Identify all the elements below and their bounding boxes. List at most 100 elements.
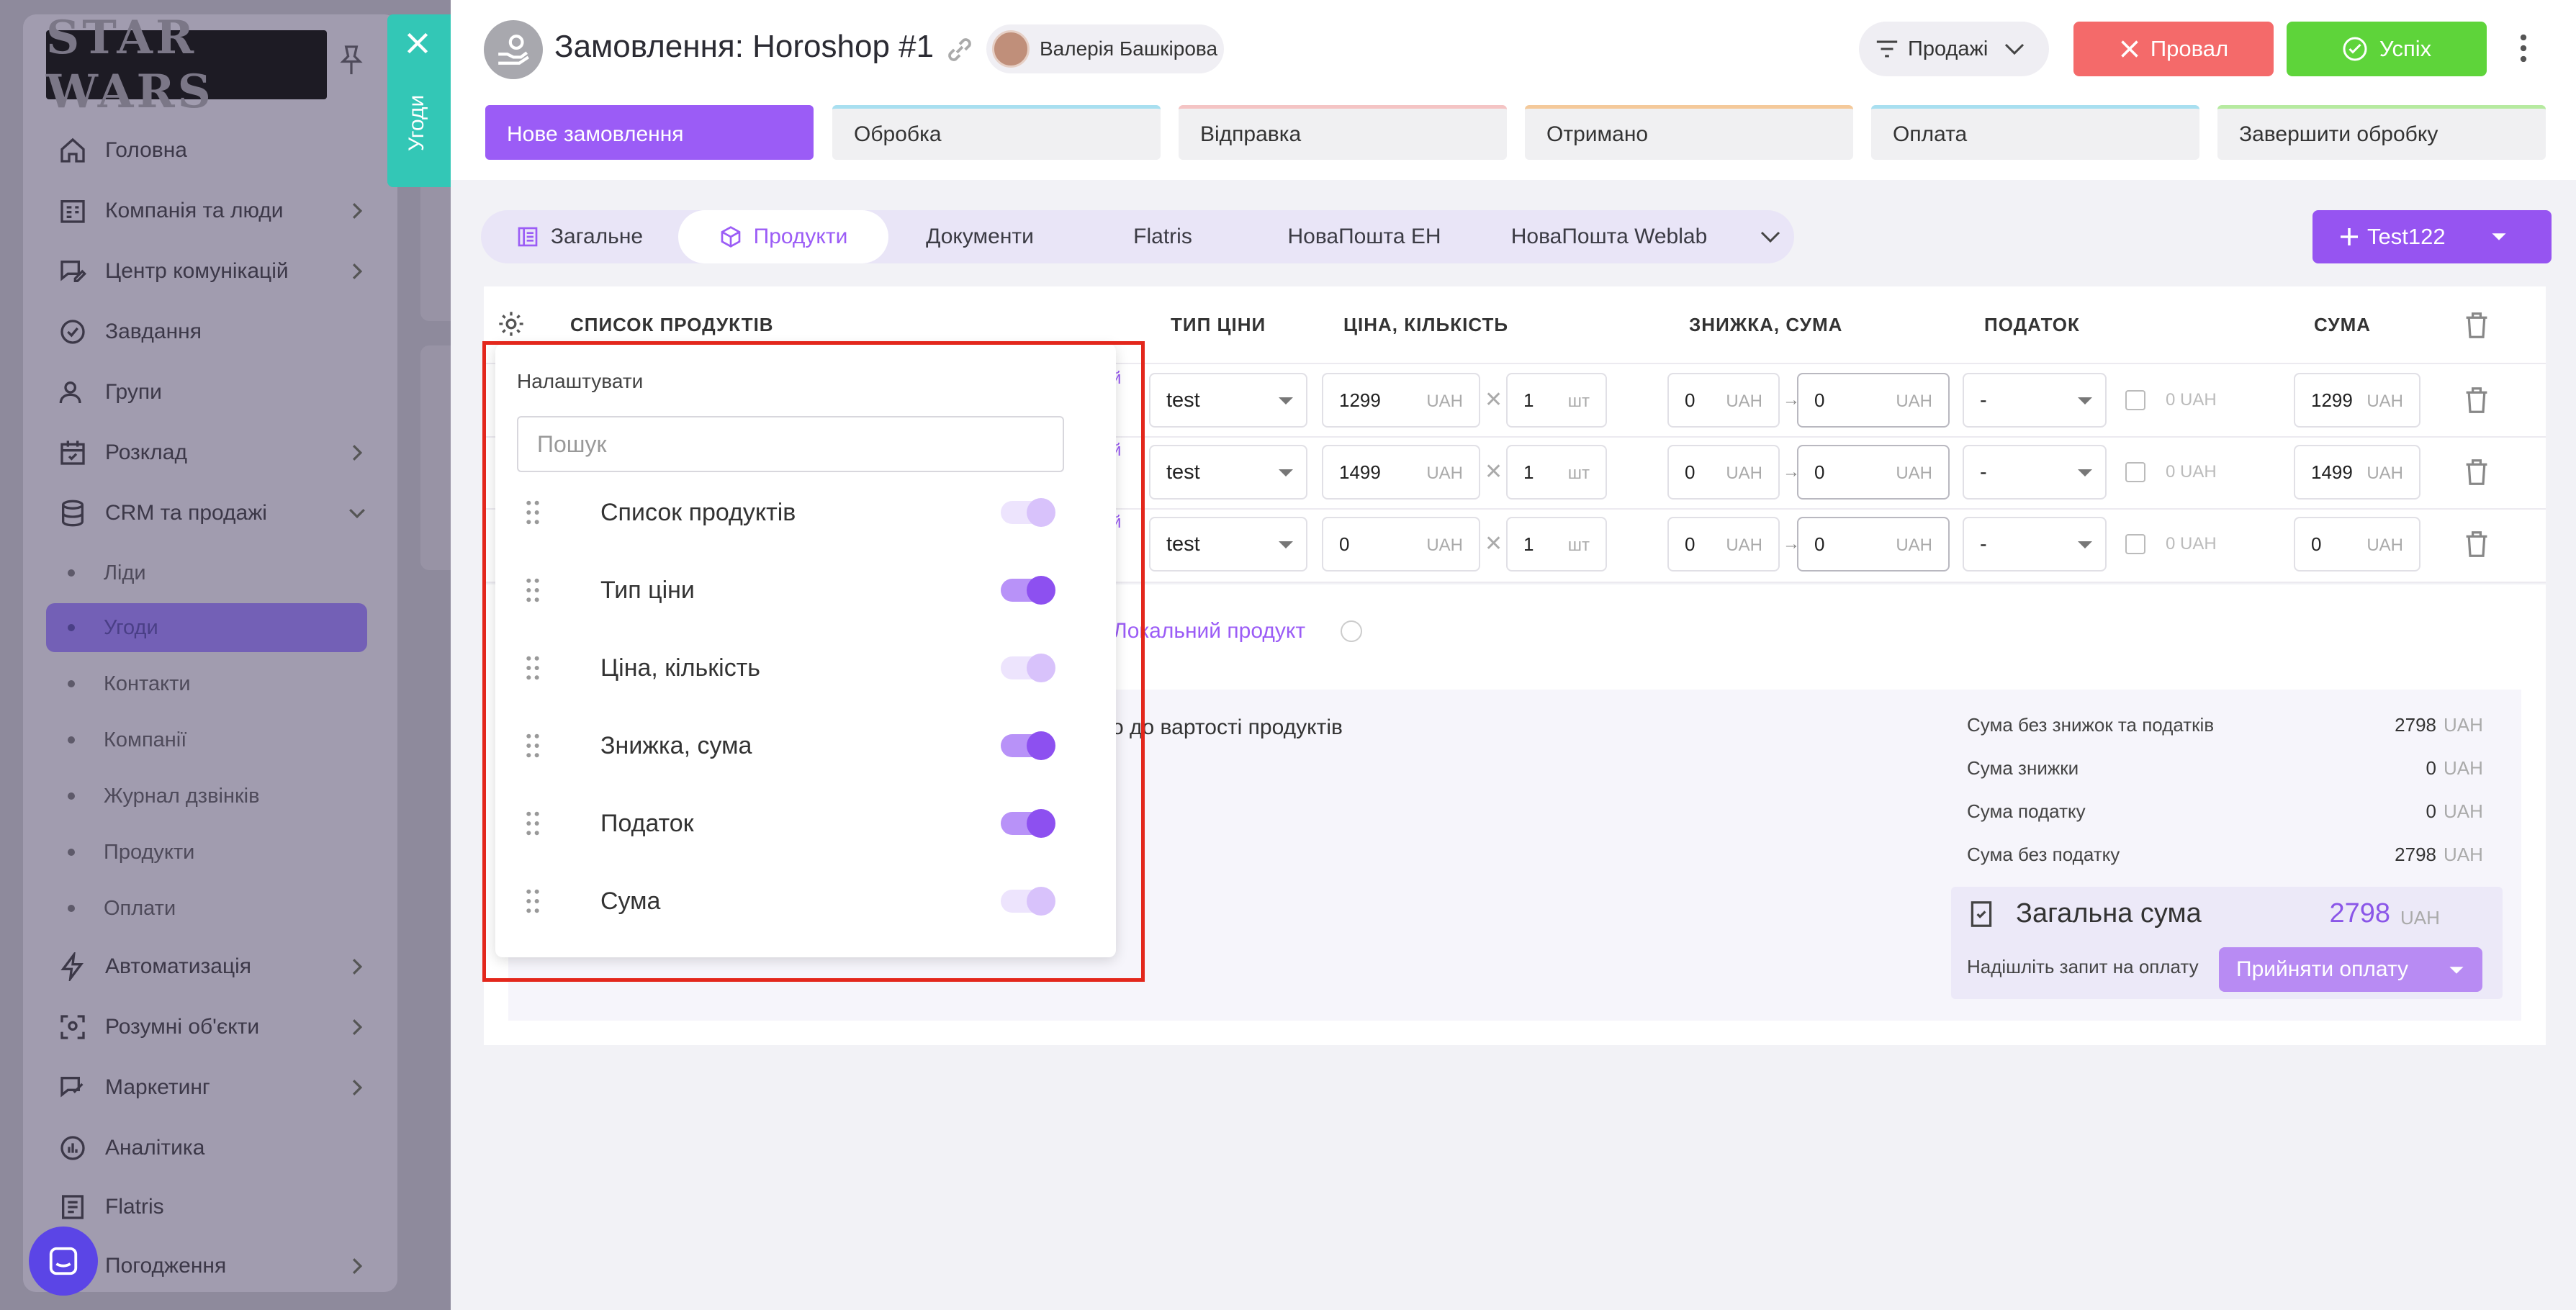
tab-novaposhta-weblab[interactable]: НоваПошта Weblab [1483,210,1735,263]
support-chat-button[interactable] [29,1227,98,1296]
tax-checkbox[interactable] [2125,462,2145,482]
row-total-input[interactable]: 0 UAH [2294,517,2420,572]
discount-note: о до вартості продуктів [1112,715,1343,739]
highlight-frame [482,341,1145,982]
sidebar-item-smart-objects[interactable]: Розумні об'єкти [46,1000,377,1054]
list-icon [518,227,538,247]
plus-icon [2341,228,2358,245]
tab-general[interactable]: Загальне [497,210,662,263]
discount-sum-input[interactable]: 0 UAH [1797,445,1950,500]
sidebar-subitem-payments[interactable]: Оплати [46,884,367,933]
sidebar-item-schedule[interactable]: Розклад [46,426,377,479]
marketing-icon [56,1071,89,1104]
multiply-icon: ✕ [1485,388,1503,412]
multiply-icon: ✕ [1485,460,1503,484]
row-total-input[interactable]: 1499 UAH [2294,445,2420,500]
sidebar-subitem-companies[interactable]: Компанії [46,715,367,764]
sidebar-item-crm[interactable]: CRM та продажі [46,487,377,540]
total-currency: UAH [2400,907,2440,929]
column-header-sum: СУМА [2314,314,2372,335]
stage-payment[interactable]: Оплата [1871,105,2199,160]
responsible-user-chip[interactable]: Валерія Башкірова [986,24,1224,73]
sidebar-item-groups[interactable]: Групи [46,366,377,419]
stage-received[interactable]: Отримано [1525,105,1853,160]
success-button[interactable]: Успіх [2287,22,2487,76]
trash-icon[interactable] [2464,530,2490,559]
tab-products[interactable]: Продукти [678,210,888,263]
chevron-down-icon [349,508,365,519]
fail-button[interactable]: Провал [2073,22,2274,76]
stage-finish[interactable]: Завершити обробку [2217,105,2546,160]
quantity-input[interactable]: 1 шт [1506,373,1607,428]
info-icon[interactable] [1341,620,1362,642]
price-input[interactable]: 1499 UAH [1322,445,1480,500]
sidebar-item-communications[interactable]: Центр комунікацій [46,245,377,298]
price-input[interactable]: 1299 UAH [1322,373,1480,428]
stage-shipping[interactable]: Відправка [1179,105,1507,160]
sidebar-subitem-deals[interactable]: Угоди [46,603,367,652]
sidebar-subitem-call-log[interactable]: Журнал дзвінків [46,772,367,821]
chevron-right-icon [352,1019,363,1035]
gear-icon[interactable] [497,310,526,338]
receipt-icon [1971,901,1992,927]
flatris-icon [56,1191,89,1224]
discount-sum-input[interactable]: 0 UAH [1797,517,1950,572]
discount-input[interactable]: 0 UAH [1667,373,1780,428]
tax-checkbox[interactable] [2125,390,2145,410]
sidebar-subitem-leads[interactable]: Ліди [46,548,367,597]
tax-select[interactable]: - [1963,445,2107,500]
sidebar-subitem-products[interactable]: Продукти [46,828,367,877]
sidebar-item-home[interactable]: Головна [46,124,377,177]
box-icon [721,226,740,248]
more-options-icon[interactable] [2513,30,2534,66]
tax-select[interactable]: - [1963,373,2107,428]
column-header-products: СПИСОК ПРОДУКТІВ [570,314,774,335]
trash-icon[interactable] [2464,458,2490,487]
deals-side-tab[interactable]: Угоди [387,14,451,187]
quantity-input[interactable]: 1 шт [1506,517,1607,572]
summary-value: 2798 [2395,844,2436,865]
tax-checkbox[interactable] [2125,534,2145,554]
trash-icon[interactable] [2464,386,2490,415]
sidebar-item-analytics[interactable]: Аналітика [46,1121,377,1175]
tax-select[interactable]: - [1963,517,2107,572]
stage-processing[interactable]: Обробка [832,105,1161,160]
price-type-select[interactable]: test [1149,373,1307,428]
sidebar-item-company[interactable]: Компанія та люди [46,184,377,238]
tab-flatris[interactable]: Flatris [1080,210,1246,263]
sidebar-item-automation[interactable]: Автоматизація [46,940,377,993]
price-type-select[interactable]: test [1149,517,1307,572]
discount-sum-input[interactable]: 0 UAH [1797,373,1950,428]
filter-icon [1876,40,1898,58]
stage-new-order[interactable]: Нове замовлення [485,105,814,160]
tab-documents[interactable]: Документи [897,210,1063,263]
close-icon[interactable] [405,30,431,56]
chevron-down-icon[interactable] [1760,229,1781,245]
add-button[interactable]: Test122 [2312,210,2552,263]
sidebar-subitem-contacts[interactable]: Контакти [46,659,367,708]
sidebar-item-flatris[interactable]: Flatris [46,1180,377,1234]
link-icon[interactable] [943,33,976,66]
accept-payment-button[interactable]: Прийняти оплату [2219,947,2482,992]
payment-request-link[interactable]: Надішліть запит на оплату [1967,956,2199,978]
column-header-price-type: ТИП ЦІНИ [1171,314,1266,335]
quantity-input[interactable]: 1 шт [1506,445,1607,500]
trash-icon[interactable] [2464,311,2490,340]
discount-input[interactable]: 0 UAH [1667,517,1780,572]
summary-currency: UAH [2444,757,2483,779]
chevron-right-icon [352,203,363,219]
home-icon [56,134,89,167]
tab-novaposhta-en[interactable]: НоваПошта ЕН [1267,210,1462,263]
sidebar-item-marketing[interactable]: Маркетинг [46,1061,377,1114]
pin-icon[interactable] [338,45,364,76]
discount-input[interactable]: 0 UAH [1667,445,1780,500]
analytics-icon [56,1131,89,1165]
pipeline-select[interactable]: Продажі [1859,22,2049,76]
row-total-input[interactable]: 1299 UAH [2294,373,2420,428]
database-icon [56,497,89,530]
price-input[interactable]: 0 UAH [1322,517,1480,572]
price-type-select[interactable]: test [1149,445,1307,500]
sidebar-item-tasks[interactable]: Завдання [46,305,377,358]
chat-edit-icon [56,255,89,288]
column-header-tax: ПОДАТОК [1984,314,2080,335]
